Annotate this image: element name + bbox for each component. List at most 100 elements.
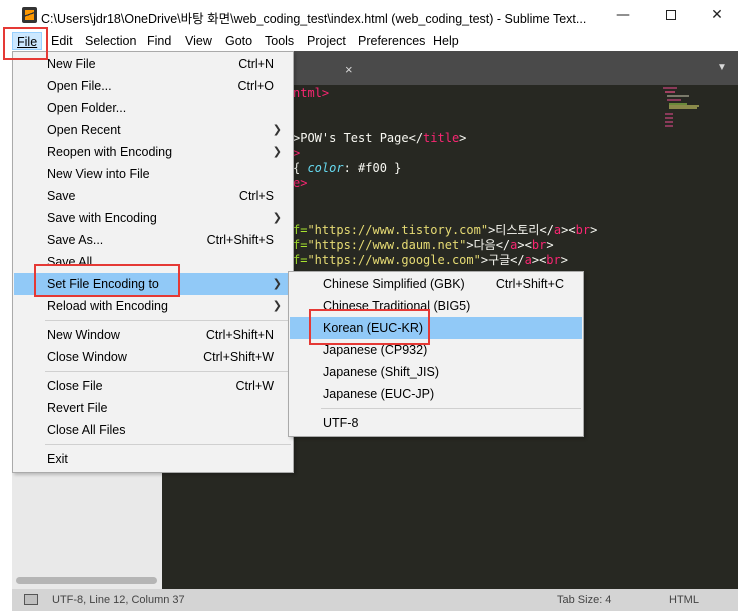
code-line: { color: #f00 } — [293, 161, 401, 175]
menu-item-open-folder[interactable]: Open Folder... — [14, 97, 292, 119]
submenu-arrow-icon: ❯ — [272, 211, 282, 224]
code-token: #f00 — [358, 161, 387, 175]
code-token: br — [575, 223, 591, 237]
menu-item-new-window[interactable]: New Window Ctrl+Shift+N — [14, 324, 292, 346]
menu-view[interactable]: View — [181, 32, 216, 50]
menu-item-label: UTF-8 — [323, 416, 359, 430]
tab-list-dropdown-icon[interactable]: ▼ — [717, 62, 727, 73]
annotation-highlight-set-file-encoding — [34, 264, 180, 297]
status-tab-size[interactable]: Tab Size: 4 — [557, 594, 611, 606]
menu-item-label: New Window — [47, 328, 120, 342]
menu-item-exit[interactable]: Exit — [14, 448, 292, 470]
menu-item-new-view-into-file[interactable]: New View into File — [14, 163, 292, 185]
menu-goto[interactable]: Goto — [221, 32, 256, 50]
sidebar-scrollbar[interactable] — [16, 577, 157, 584]
code-token: > — [546, 238, 554, 252]
code-token: > — [293, 146, 301, 160]
menu-item-label: Save As... — [47, 233, 104, 247]
status-position[interactable]: UTF-8, Line 12, Column 37 — [52, 594, 185, 606]
code-line: f="https://www.google.com">구글</a><br> — [293, 251, 568, 268]
title-bar: C:\Users\jdr18\OneDrive\바탕 화면\web_coding… — [0, 0, 738, 30]
menu-item-new-file[interactable]: New File Ctrl+N — [14, 53, 292, 75]
menu-item-close-all-files[interactable]: Close All Files — [14, 419, 292, 441]
code-token: f= — [293, 223, 308, 237]
menu-item-label: Save — [47, 189, 76, 203]
menu-item-shortcut: Ctrl+Shift+C — [495, 277, 564, 291]
toggle-panel-icon[interactable] — [24, 594, 38, 605]
code-token: >구글</ — [480, 253, 525, 267]
code-token: ntml> — [293, 86, 330, 100]
close-window-button[interactable]: ✕ — [694, 0, 738, 30]
tab-close-icon[interactable]: × — [345, 62, 353, 77]
minimap[interactable] — [663, 87, 708, 132]
menu-separator — [321, 408, 581, 409]
code-token: br — [531, 238, 547, 252]
sublime-text-logo-icon — [22, 7, 37, 23]
menu-item-reopen-with-encoding[interactable]: Reopen with Encoding ❯ — [14, 141, 292, 163]
menu-item-label: Save with Encoding — [47, 211, 157, 225]
window-title: C:\Users\jdr18\OneDrive\바탕 화면\web_coding… — [41, 12, 587, 26]
encoding-japanese-euc-jp[interactable]: Japanese (EUC-JP) — [290, 383, 582, 405]
menu-item-label: Chinese Simplified (GBK) — [323, 277, 465, 291]
editor-scrollbar[interactable] — [731, 85, 738, 589]
menu-item-shortcut: Ctrl+N — [238, 57, 274, 71]
menu-edit[interactable]: Edit — [47, 32, 77, 50]
menu-item-save-as[interactable]: Save As... Ctrl+Shift+S — [14, 229, 292, 251]
code-token: color — [307, 161, 344, 175]
code-token: >POW's Test Page</ — [293, 131, 424, 145]
code-token: > — [560, 253, 568, 267]
menu-tools[interactable]: Tools — [261, 32, 298, 50]
menu-item-label: Japanese (EUC-JP) — [323, 387, 435, 401]
encoding-japanese-shift-jis[interactable]: Japanese (Shift_JIS) — [290, 361, 582, 383]
menu-item-label: Open File... — [47, 79, 112, 93]
status-syntax[interactable]: HTML — [669, 594, 699, 606]
menu-item-open-file[interactable]: Open File... Ctrl+O — [14, 75, 292, 97]
code-line: > — [293, 146, 300, 160]
code-token: >다음</ — [466, 238, 511, 252]
menu-item-revert-file[interactable]: Revert File — [14, 397, 292, 419]
code-token: br — [546, 253, 561, 267]
menu-item-close-file[interactable]: Close File Ctrl+W — [14, 375, 292, 397]
menu-item-shortcut: Ctrl+Shift+N — [205, 328, 274, 342]
code-line: ntml> — [293, 86, 329, 100]
menu-item-save-with-encoding[interactable]: Save with Encoding ❯ — [14, 207, 292, 229]
menu-item-label: Open Folder... — [47, 101, 127, 115]
annotation-highlight-file-menu — [3, 27, 48, 60]
menu-item-label: Exit — [47, 452, 68, 466]
menu-help[interactable]: Help — [429, 32, 463, 50]
code-token: } — [386, 161, 402, 175]
code-token: f= — [293, 238, 308, 252]
maximize-button[interactable] — [648, 0, 694, 30]
code-token: : — [343, 161, 359, 175]
menu-item-shortcut: Ctrl+Shift+S — [206, 233, 274, 247]
menu-item-label: Japanese (Shift_JIS) — [323, 365, 440, 379]
code-token: "https://www.google.com" — [307, 253, 481, 267]
menu-item-shortcut: Ctrl+O — [237, 79, 274, 93]
menu-item-open-recent[interactable]: Open Recent ❯ — [14, 119, 292, 141]
menu-item-reload-with-encoding[interactable]: Reload with Encoding ❯ — [14, 295, 292, 317]
encoding-utf-8[interactable]: UTF-8 — [290, 412, 582, 434]
submenu-arrow-icon: ❯ — [272, 299, 282, 312]
menu-item-label: New File — [47, 57, 96, 71]
code-token: >티스토리</ — [488, 223, 554, 237]
minimize-button[interactable]: — — [600, 0, 646, 30]
menu-project[interactable]: Project — [303, 32, 350, 50]
code-token: >< — [531, 253, 547, 267]
menu-item-close-window[interactable]: Close Window Ctrl+Shift+W — [14, 346, 292, 368]
menu-item-label: Reload with Encoding — [47, 299, 168, 313]
menu-item-label: Open Recent — [47, 123, 121, 137]
menu-preferences[interactable]: Preferences — [354, 32, 429, 50]
code-token: f= — [293, 253, 308, 267]
menu-item-save[interactable]: Save Ctrl+S — [14, 185, 292, 207]
menu-item-label: New View into File — [47, 167, 150, 181]
menu-selection[interactable]: Selection — [81, 32, 140, 50]
menu-item-label: Close Window — [47, 350, 127, 364]
code-token: "https://www.daum.net" — [307, 238, 467, 252]
menu-item-label: Revert File — [47, 401, 108, 415]
status-bar: UTF-8, Line 12, Column 37 Tab Size: 4 HT… — [12, 589, 738, 611]
menu-item-shortcut: Ctrl+S — [238, 189, 274, 203]
encoding-chinese-simplified[interactable]: Chinese Simplified (GBK) Ctrl+Shift+C — [290, 273, 582, 295]
code-token: > — [459, 131, 467, 145]
menu-find[interactable]: Find — [143, 32, 175, 50]
code-line: >POW's Test Page</title> — [293, 131, 466, 145]
